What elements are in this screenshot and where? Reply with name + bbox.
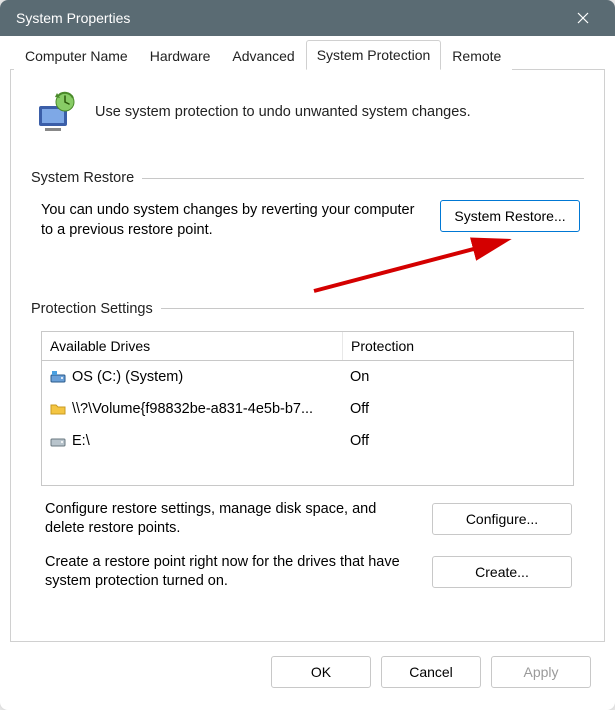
group-system-restore: System Restore You can undo system chang… <box>31 170 584 283</box>
dialog-footer: OK Cancel Apply <box>10 642 605 700</box>
table-row[interactable]: E:\ Off <box>42 425 573 457</box>
apply-button[interactable]: Apply <box>491 656 591 688</box>
configure-text: Configure restore settings, manage disk … <box>45 500 418 539</box>
configure-button[interactable]: Configure... <box>432 503 572 535</box>
create-row: Create a restore point right now for the… <box>31 553 584 592</box>
drive-protection: Off <box>342 395 573 423</box>
configure-row: Configure restore settings, manage disk … <box>31 500 584 539</box>
divider <box>161 308 584 309</box>
tab-computer-name[interactable]: Computer Name <box>14 41 139 70</box>
table-row[interactable]: \\?\Volume{f98832be-a831-4e5b-b7... Off <box>42 393 573 425</box>
ok-button[interactable]: OK <box>271 656 371 688</box>
group-protection-settings: Protection Settings Available Drives Pro… <box>31 301 584 607</box>
tab-strip: Computer Name Hardware Advanced System P… <box>10 40 605 70</box>
intro-row: Use system protection to undo unwanted s… <box>31 88 584 136</box>
tab-remote[interactable]: Remote <box>441 41 512 70</box>
tab-system-protection[interactable]: System Protection <box>306 40 442 70</box>
system-properties-window: System Properties Computer Name Hardware… <box>0 0 615 710</box>
drive-name: OS (C:) (System) <box>72 369 183 385</box>
group-title-restore: System Restore <box>31 170 134 186</box>
close-button[interactable] <box>563 0 603 36</box>
table-row[interactable]: OS (C:) (System) On <box>42 361 573 393</box>
system-restore-icon <box>31 88 79 136</box>
create-text: Create a restore point right now for the… <box>45 553 418 592</box>
divider <box>142 178 584 179</box>
disk-system-icon <box>50 369 66 385</box>
system-restore-button[interactable]: System Restore... <box>440 200 580 232</box>
dialog-body: Computer Name Hardware Advanced System P… <box>0 36 615 710</box>
drive-name: E:\ <box>72 433 90 449</box>
titlebar: System Properties <box>0 0 615 36</box>
cancel-button[interactable]: Cancel <box>381 656 481 688</box>
window-title: System Properties <box>16 10 563 26</box>
col-header-protection: Protection <box>342 332 573 360</box>
col-header-drives: Available Drives <box>42 332 342 360</box>
folder-icon <box>50 401 66 417</box>
intro-text: Use system protection to undo unwanted s… <box>95 104 471 120</box>
tab-content: Use system protection to undo unwanted s… <box>10 70 605 642</box>
drives-list[interactable]: Available Drives Protection OS (C:) (Sys… <box>41 331 574 486</box>
tab-hardware[interactable]: Hardware <box>139 41 222 70</box>
disk-icon <box>50 433 66 449</box>
drive-protection: Off <box>342 427 573 455</box>
group-title-protection: Protection Settings <box>31 301 153 317</box>
drive-name: \\?\Volume{f98832be-a831-4e5b-b7... <box>72 401 313 417</box>
drive-protection: On <box>342 363 573 391</box>
close-icon <box>577 12 589 24</box>
drives-header: Available Drives Protection <box>42 332 573 361</box>
tab-advanced[interactable]: Advanced <box>221 41 305 70</box>
create-button[interactable]: Create... <box>432 556 572 588</box>
annotation-arrow <box>31 241 584 283</box>
